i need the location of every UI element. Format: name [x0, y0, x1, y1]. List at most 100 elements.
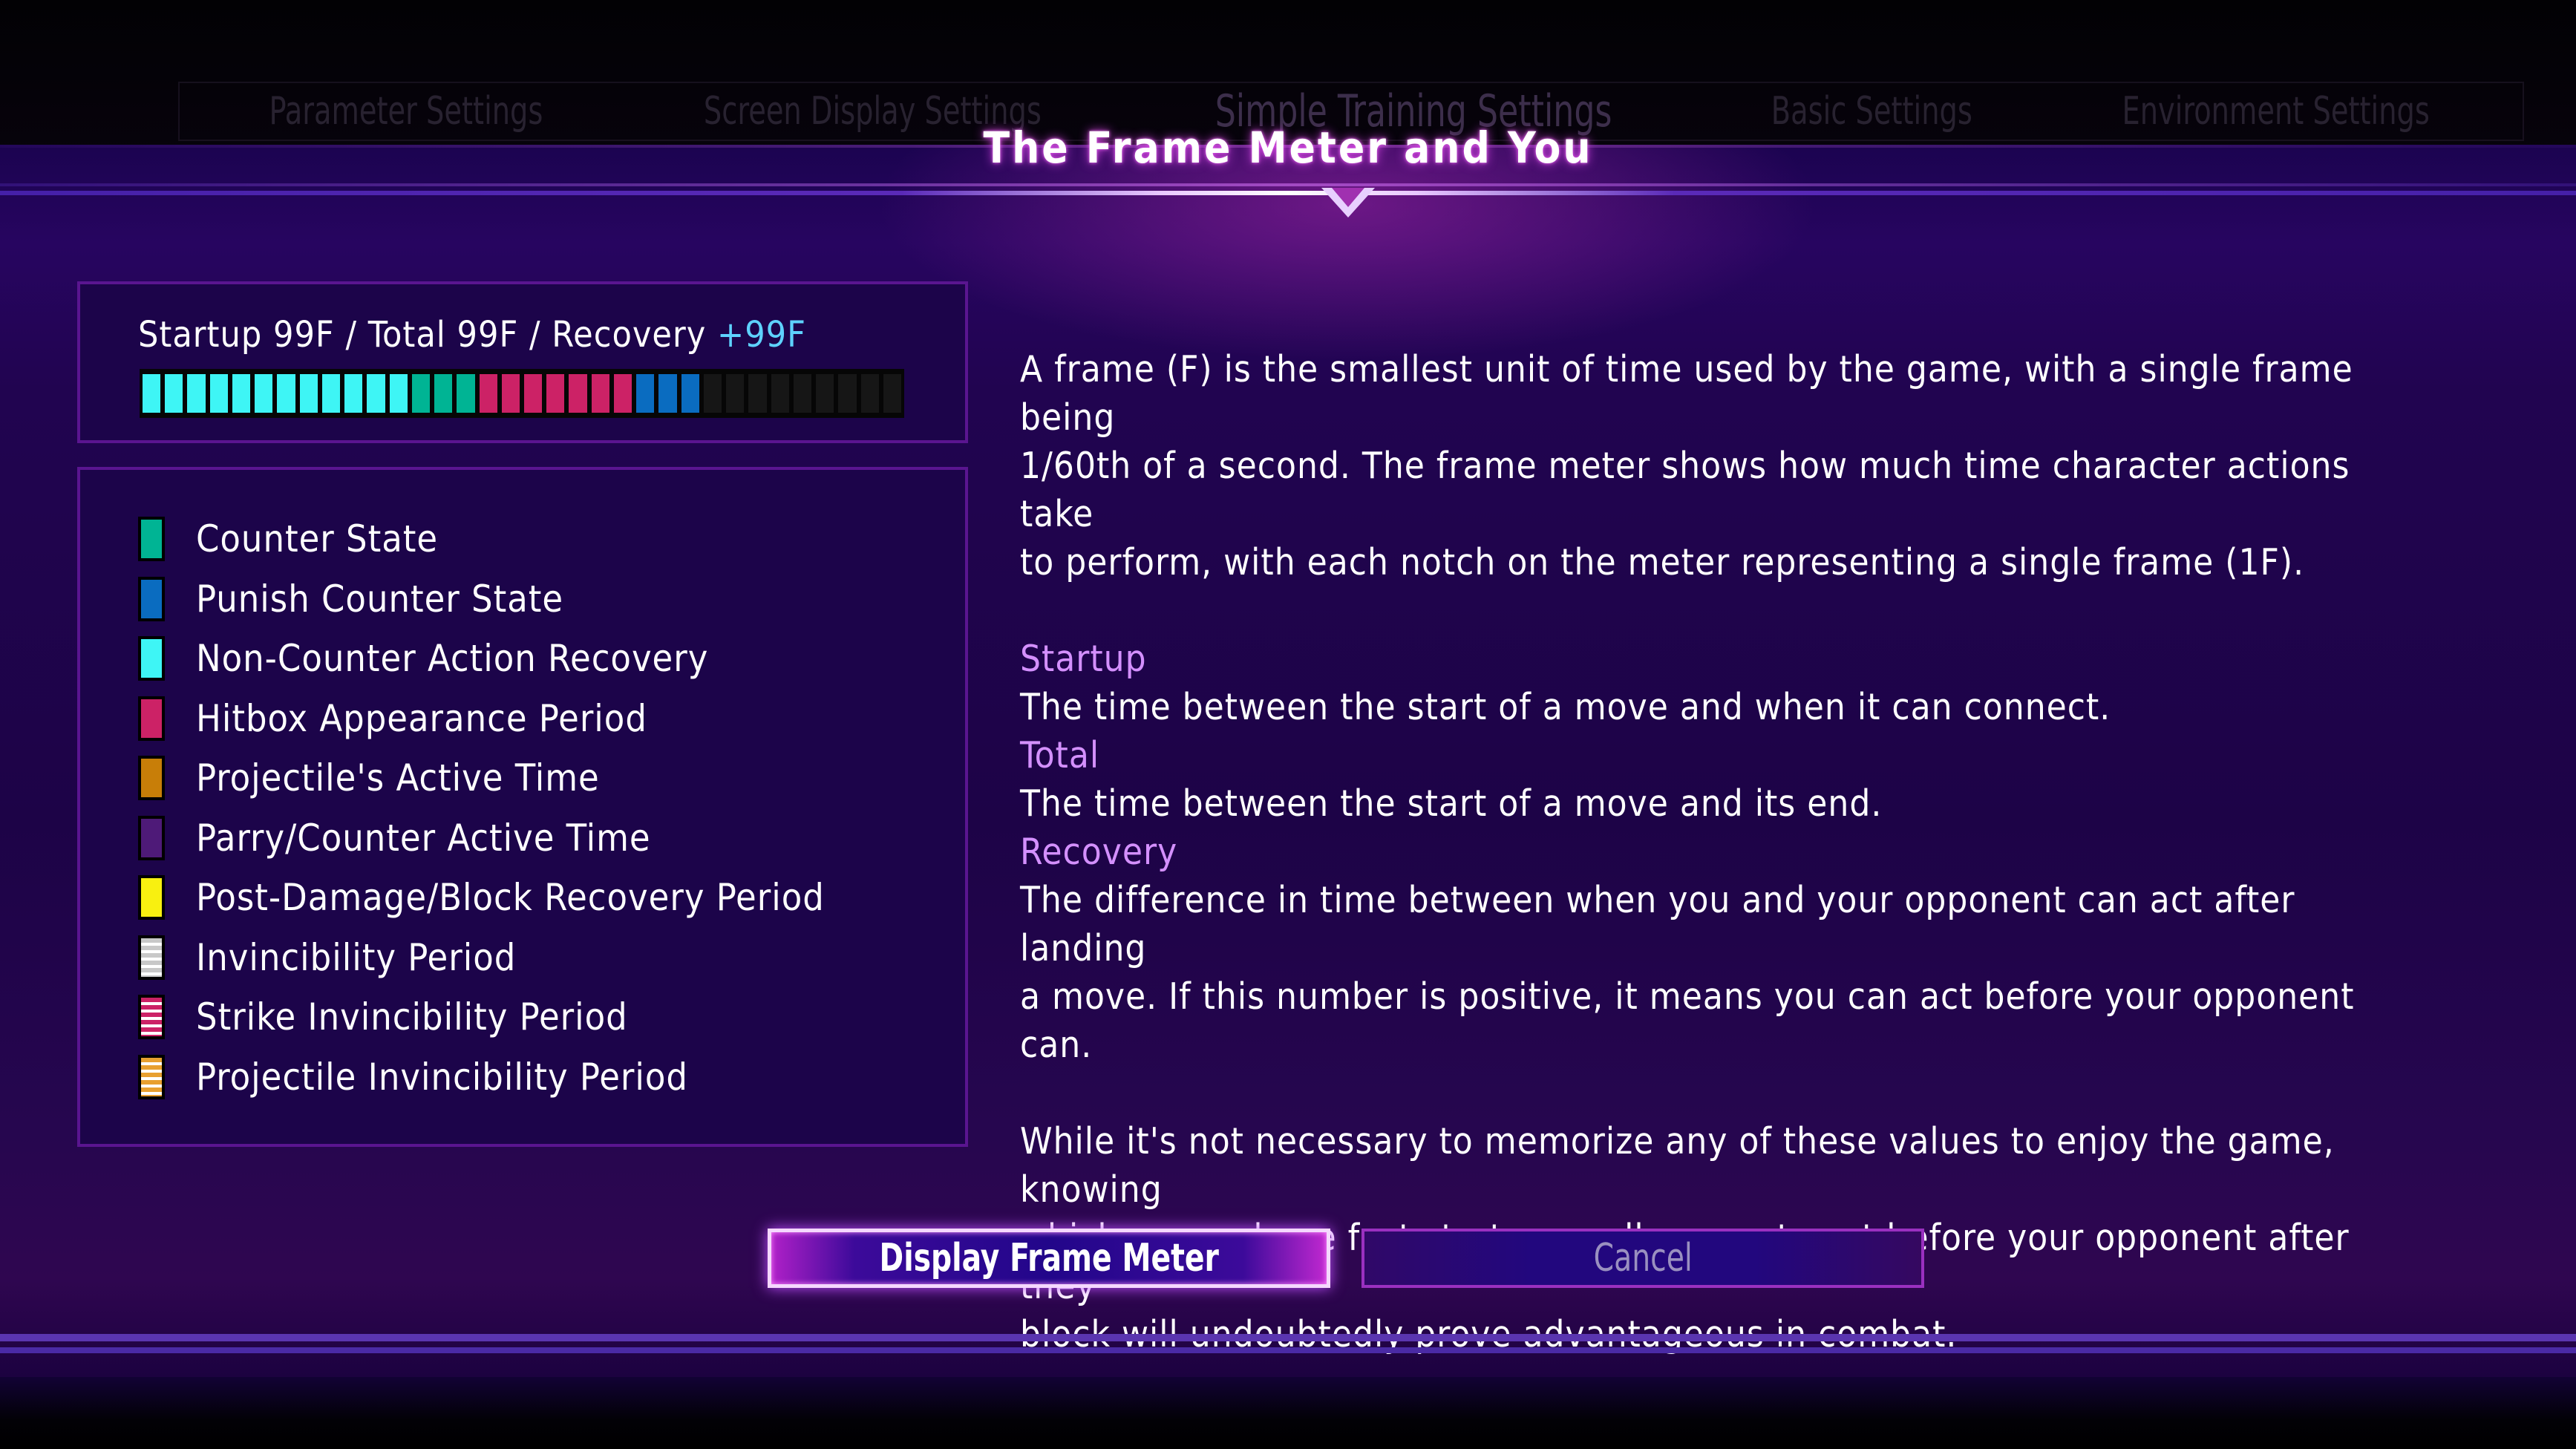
separator: / [345, 314, 358, 356]
legend-label: Projectile Invincibility Period [196, 1055, 688, 1099]
legend-label: Invincibility Period [196, 935, 517, 979]
cancel-label: Cancel [1593, 1236, 1693, 1280]
frame-notch-empty [793, 374, 812, 413]
legend-swatch-icon [138, 696, 165, 741]
frame-notch-hitbox-appearance-period [523, 374, 543, 413]
frame-notch-punish-counter-state [636, 374, 655, 413]
frame-meter-dialog: The Frame Meter and You Startup 99F / To… [0, 122, 2576, 1377]
legend-item: Post-Damage/Block Recovery Period [138, 873, 825, 922]
explanation-text: A frame (F) is the smallest unit of time… [1020, 345, 2430, 1358]
intro-line: 1/60th of a second. The frame meter show… [1020, 445, 2350, 535]
frame-notch-hitbox-appearance-period [613, 374, 632, 413]
dialog-title: The Frame Meter and You [983, 122, 1593, 173]
frame-notch-non-counter-action-recovery [344, 374, 363, 413]
header-divider [0, 191, 2576, 195]
legend-item: Invincibility Period [138, 933, 516, 982]
frame-notch-hitbox-appearance-period [591, 374, 609, 413]
separator: / [529, 314, 541, 356]
legend-label: Projectile's Active Time [196, 756, 600, 799]
legend-label: Post-Damage/Block Recovery Period [196, 876, 825, 919]
term-description: a move. If this number is positive, it m… [1020, 975, 2355, 1066]
legend-label: Non-Counter Action Recovery [196, 637, 709, 680]
term-description: The difference in time between when you … [1020, 879, 2295, 969]
legend-swatch-icon [138, 995, 165, 1039]
frame-notch-counter-state [434, 374, 453, 413]
recovery-label: Recovery [552, 314, 707, 356]
footer-divider-lower [0, 1347, 2576, 1353]
legend-item: Non-Counter Action Recovery [138, 634, 708, 683]
legend-swatch-icon [138, 815, 165, 860]
legend-label: Hitbox Appearance Period [196, 696, 647, 740]
frame-notch-empty [816, 374, 834, 413]
frame-notch-empty [748, 374, 767, 413]
legend-item: Strike Invincibility Period [138, 992, 628, 1041]
frame-notch-empty [838, 374, 857, 413]
frame-notch-empty [703, 374, 722, 413]
legend-swatch-icon [138, 576, 165, 621]
frame-notch-non-counter-action-recovery [232, 374, 251, 413]
cancel-button[interactable]: Cancel [1361, 1229, 1924, 1288]
footer-divider-upper [0, 1334, 2576, 1341]
legend-item: Punish Counter State [138, 575, 563, 624]
legend-swatch-icon [138, 756, 165, 800]
startup-value: 99F [272, 314, 335, 356]
term-heading-total: Total [1020, 734, 1100, 776]
display-frame-meter-label: Display Frame Meter [879, 1236, 1219, 1280]
legend-swatch-icon [138, 1054, 165, 1099]
legend-swatch-icon [138, 935, 165, 980]
frame-notch-counter-state [411, 374, 431, 413]
frame-notch-non-counter-action-recovery [209, 374, 228, 413]
legend-swatch-icon [138, 636, 165, 681]
legend-item: Parry/Counter Active Time [138, 814, 651, 863]
frame-notch-non-counter-action-recovery [187, 374, 206, 413]
frame-notch-empty [883, 374, 901, 413]
frame-notch-non-counter-action-recovery [277, 374, 295, 413]
term-heading-recovery: Recovery [1020, 831, 1178, 873]
header-divider-upper [0, 183, 2576, 186]
frame-notch-hitbox-appearance-period [569, 374, 587, 413]
legend-item: Hitbox Appearance Period [138, 694, 647, 743]
intro-line: A frame (F) is the smallest unit of time… [1020, 348, 2353, 439]
legend-panel: Counter State Punish Counter State Non-Cou… [77, 467, 968, 1147]
legend-label: Punish Counter State [196, 577, 564, 621]
legend-swatch-icon [138, 875, 165, 920]
legend-item: Projectile's Active Time [138, 753, 600, 802]
legend-label: Strike Invincibility Period [196, 995, 628, 1038]
frame-notch-non-counter-action-recovery [299, 374, 318, 413]
frame-notch-hitbox-appearance-period [479, 374, 497, 413]
display-frame-meter-button[interactable]: Display Frame Meter [768, 1229, 1330, 1288]
frame-notch-empty [726, 374, 745, 413]
frame-notch-non-counter-action-recovery [389, 374, 408, 413]
frame-meter-panel: Startup 99F / Total 99F / Recovery +99F [77, 281, 968, 443]
frame-meter-bar [140, 369, 904, 418]
startup-label: Startup [138, 314, 263, 356]
legend-item: Counter State [138, 514, 438, 563]
term-heading-startup: Startup [1020, 638, 1147, 680]
frame-notch-non-counter-action-recovery [367, 374, 385, 413]
frame-notch-counter-state [457, 374, 475, 413]
title-chevron-icon [1321, 188, 1375, 217]
frame-notch-hitbox-appearance-period [546, 374, 565, 413]
frame-notch-non-counter-action-recovery [143, 374, 161, 413]
frame-notch-hitbox-appearance-period [501, 374, 520, 413]
term-description: The time between the start of a move and… [1020, 686, 2111, 728]
frame-notch-empty [860, 374, 879, 413]
meter-readout: Startup 99F / Total 99F / Recovery +99F [138, 314, 806, 356]
legend-label: Parry/Counter Active Time [196, 816, 651, 860]
legend-label: Counter State [196, 517, 439, 560]
total-value: 99F [457, 314, 519, 356]
frame-notch-punish-counter-state [658, 374, 677, 413]
intro-line: to perform, with each notch on the meter… [1020, 541, 2305, 583]
legend-item: Projectile Invincibility Period [138, 1053, 688, 1102]
total-label: Total [367, 314, 446, 356]
frame-notch-non-counter-action-recovery [321, 374, 341, 413]
frame-notch-non-counter-action-recovery [165, 374, 183, 413]
frame-notch-empty [771, 374, 789, 413]
frame-notch-punish-counter-state [681, 374, 699, 413]
term-description: The time between the start of a move and… [1020, 782, 1883, 825]
legend-swatch-icon [138, 517, 165, 561]
frame-notch-non-counter-action-recovery [255, 374, 273, 413]
recovery-value: +99F [717, 314, 806, 356]
bottom-fade [0, 1377, 2576, 1449]
